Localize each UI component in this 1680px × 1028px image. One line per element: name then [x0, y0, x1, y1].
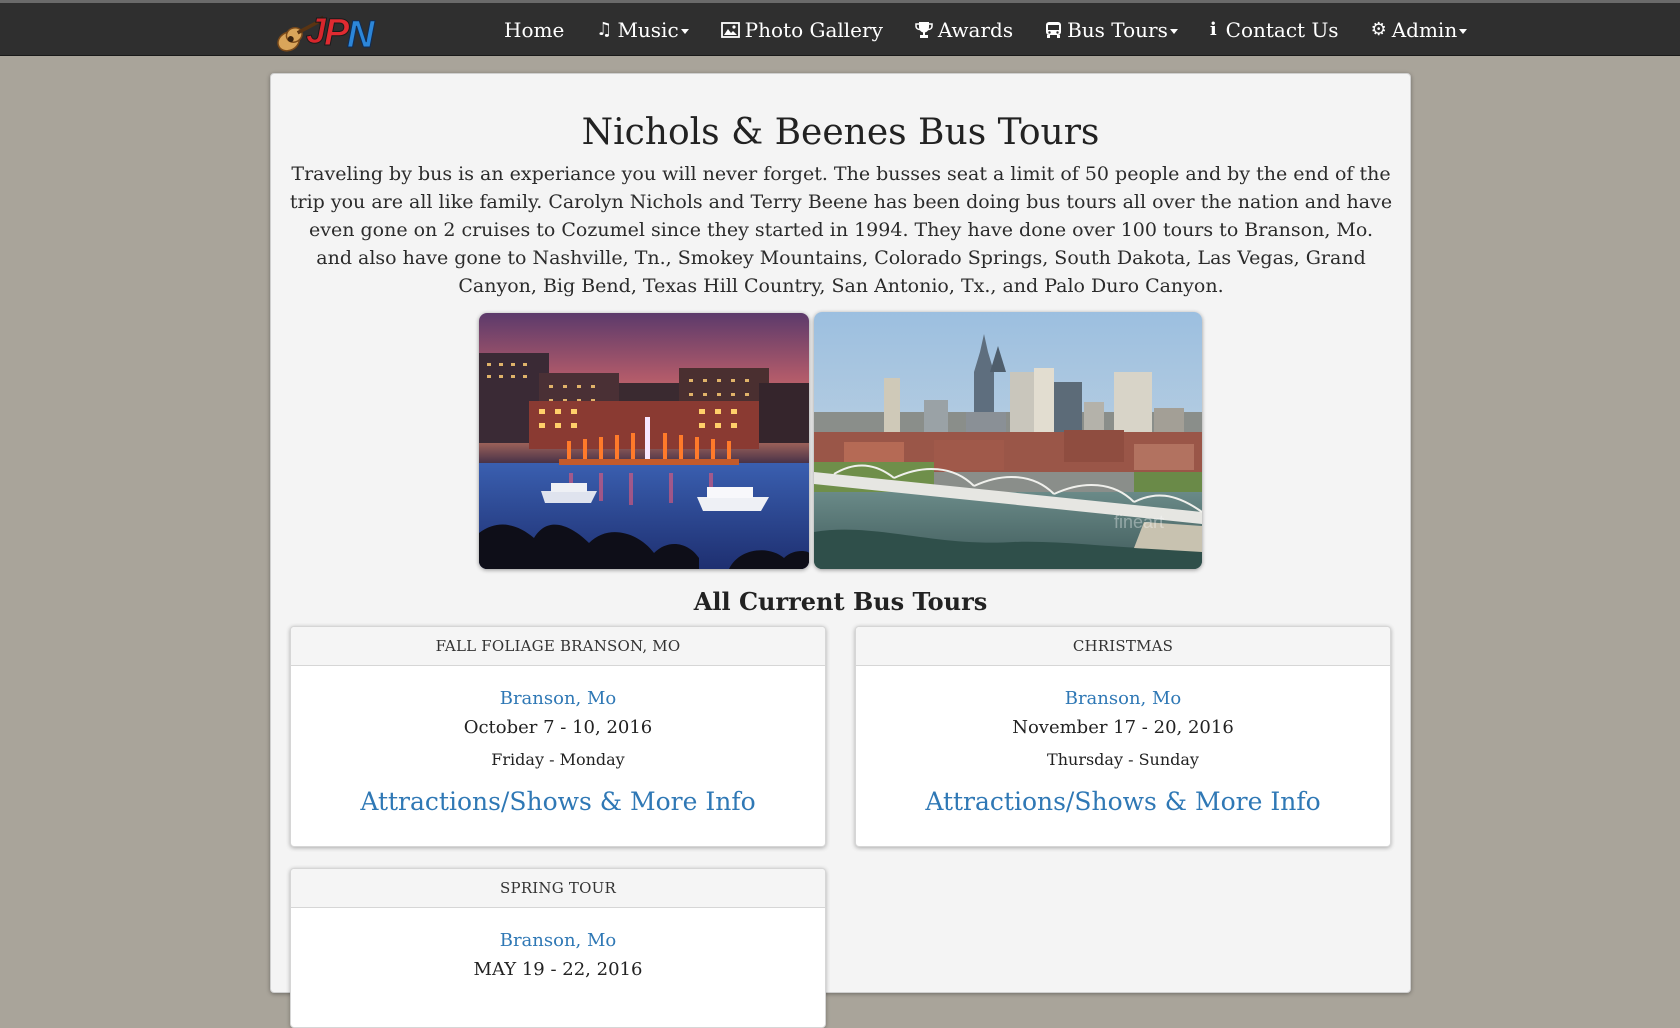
caret-down-icon [1169, 28, 1178, 34]
tour-card-title: SPRING TOUR [291, 869, 825, 908]
intro-paragraph: Traveling by bus is an experiance you wi… [289, 163, 1393, 297]
info-icon: i [1209, 19, 1217, 40]
nav-music-label: Music [617, 17, 679, 42]
bus-icon [1046, 21, 1062, 38]
tour-card: CHRISTMAS Branson, Mo November 17 - 20, … [855, 626, 1391, 847]
tour-card-body: Branson, Mo November 17 - 20, 2016 Thurs… [856, 666, 1390, 817]
nav-contact-us-label: Contact Us [1225, 17, 1339, 42]
nav-bus-tours-dropdown[interactable]: Bus Tours [1029, 3, 1194, 56]
tour-location-link[interactable]: Branson, Mo [291, 687, 825, 711]
nav-photo-gallery[interactable]: Photo Gallery [705, 3, 899, 56]
tour-location-link[interactable]: Branson, Mo [291, 929, 825, 953]
nav-admin-label: Admin [1391, 17, 1458, 42]
tour-dates: October 7 - 10, 2016 [463, 717, 653, 738]
tour-card: FALL FOLIAGE BRANSON, MO Branson, Mo Oct… [290, 626, 826, 847]
photo-watermark: fineart [1114, 512, 1164, 532]
caret-down-icon [1459, 28, 1468, 34]
caret-down-icon [680, 28, 689, 34]
tour-card-title: FALL FOLIAGE BRANSON, MO [291, 627, 825, 666]
nav-awards[interactable]: Awards [899, 3, 1029, 56]
logo-letter-n: N [347, 14, 376, 53]
gear-icon: ⚙ [1370, 19, 1387, 40]
page-title: Nichols & Beenes Bus Tours [581, 112, 1100, 153]
nav-contact-us[interactable]: i Contact Us [1194, 3, 1355, 56]
tour-days: Friday - Monday [491, 750, 625, 769]
nav-admin-dropdown[interactable]: ⚙ Admin [1355, 3, 1484, 56]
top-navbar: J P N Home ♫ Music Photo Gallery Awards … [0, 0, 1680, 56]
content-panel: Nichols & Beenes Bus Tours Traveling by … [270, 73, 1411, 1028]
nav-home[interactable]: Home [488, 3, 580, 56]
tour-card-body: Branson, Mo MAY 19 - 22, 2016 [291, 908, 825, 982]
tour-days: Thursday - Sunday [1047, 750, 1199, 769]
jpn-guitar-logo[interactable]: J P N [272, 9, 384, 53]
tour-dates: November 17 - 20, 2016 [1012, 717, 1234, 738]
trophy-icon [915, 21, 933, 38]
nav-links: Home ♫ Music Photo Gallery Awards Bus To… [488, 3, 1483, 56]
nav-awards-label: Awards [937, 17, 1014, 42]
tour-more-info-link[interactable]: Attractions/Shows & More Info [856, 787, 1390, 817]
tour-card: SPRING TOUR Branson, Mo MAY 19 - 22, 201… [290, 868, 826, 1028]
section-title: All Current Bus Tours [693, 587, 988, 616]
tour-location-link[interactable]: Branson, Mo [856, 687, 1390, 711]
nav-photo-gallery-label: Photo Gallery [744, 17, 883, 42]
nav-bus-tours-label: Bus Tours [1067, 17, 1168, 42]
tour-card-title: CHRISTMAS [856, 627, 1390, 666]
picture-icon [720, 21, 740, 38]
nashville-skyline-photo: fineart [814, 312, 1202, 569]
tour-more-info-link[interactable]: Attractions/Shows & More Info [291, 787, 825, 817]
tour-dates: MAY 19 - 22, 2016 [473, 959, 643, 980]
nav-music-dropdown[interactable]: ♫ Music [580, 3, 704, 56]
tour-card-body: Branson, Mo October 7 - 10, 2016 Friday … [291, 666, 825, 817]
nav-home-label: Home [504, 17, 565, 42]
music-note-icon: ♫ [596, 19, 613, 40]
branson-night-photo [479, 313, 809, 569]
